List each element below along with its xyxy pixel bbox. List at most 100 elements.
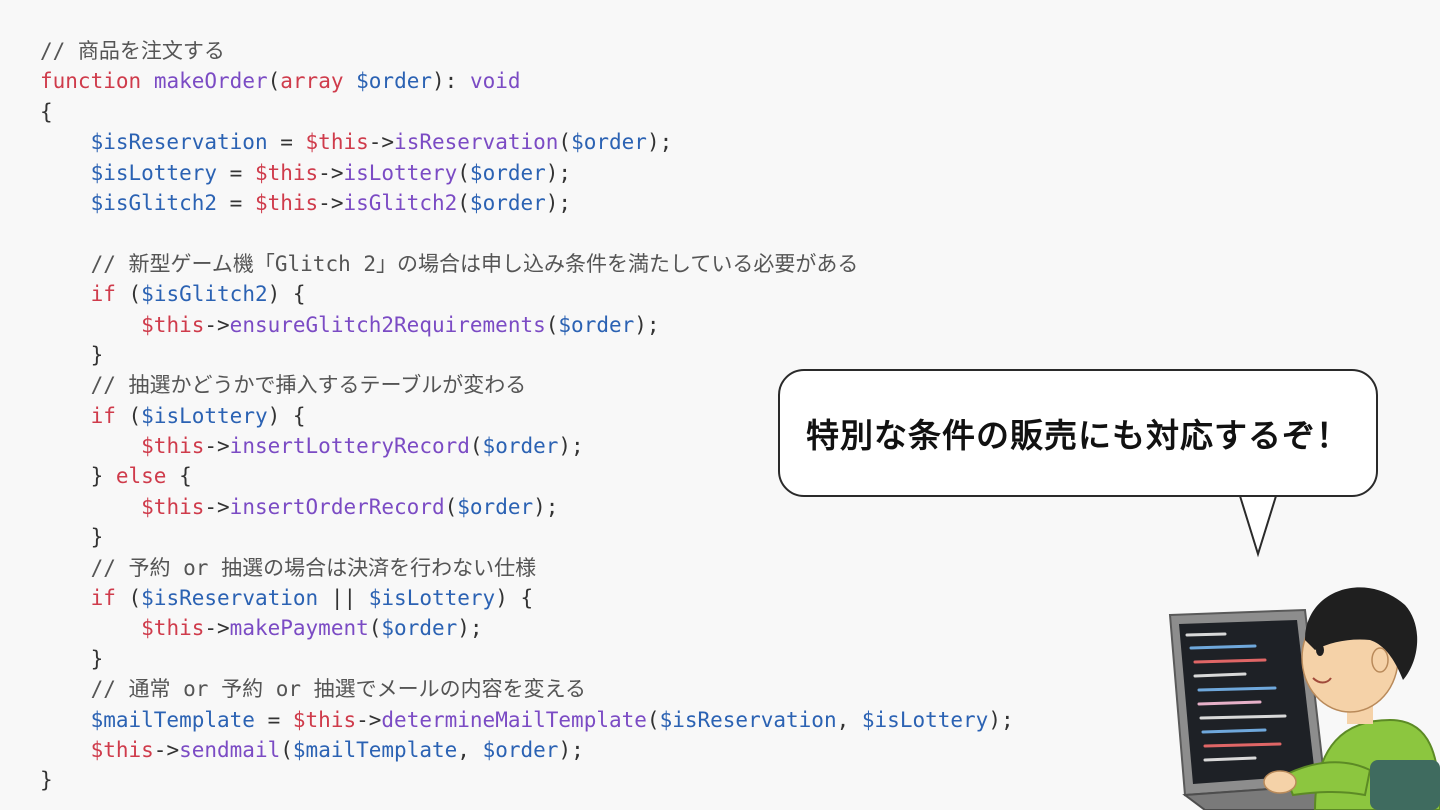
code-line: } [40,522,1014,552]
code-token: else [115,464,167,489]
code-token: if [90,403,116,428]
code-token: // 通常 or 予約 or 抽選でメールの内容を変える [90,677,587,702]
code-token: = [254,707,293,732]
code-token: $this [141,494,205,519]
code-token: // 新型ゲーム機「Glitch 2」の場合は申し込み条件を満たしている必要があ… [90,251,859,276]
code-token: $this [292,707,357,732]
code-token: } [90,464,116,489]
code-token: if [90,586,116,611]
code-token: $this [141,312,205,337]
code-token: $order [558,312,635,337]
code-token: $order [571,130,647,155]
code-token: $isLottery [861,707,989,732]
code-token: ( [469,434,483,459]
code-token: } [90,525,104,550]
speech-bubble-tail [1239,494,1277,558]
code-token: ); [988,707,1014,732]
code-token: = [217,190,255,215]
code-token: isReservation [394,130,559,155]
code-token: $isLottery [141,403,268,428]
code-token: // 予約 or 抽選の場合は決済を行わない仕様 [90,555,537,580]
code-token: -> [153,737,180,762]
speech-bubble: 特別な条件の販売にも対応するぞ！ [778,369,1378,497]
code-token: || [318,586,369,611]
code-token: $mailTemplate [90,707,255,732]
code-token: $isReservation [141,586,319,611]
code-token: ); [545,190,572,215]
code-token: // 商品を注文する [40,39,225,63]
code-line: if ($isGlitch2) { [40,279,1014,309]
code-token: $isGlitch2 [90,190,218,215]
code-token: , [457,737,483,762]
code-line: $mailTemplate = $this->determineMailTemp… [40,705,1014,735]
speech-bubble-text: 特別な条件の販売にも対応するぞ！ [806,416,1350,455]
code-token: $order [356,69,432,94]
code-token: ): [432,69,470,94]
code-token: insertOrderRecord [229,494,445,519]
code-token: ); [646,130,673,155]
code-token: void [469,69,521,94]
code-line: } [40,644,1014,674]
code-token: function [40,69,142,94]
code-token: makeOrder [153,69,268,94]
code-token: $this [141,616,205,641]
code-token: $this [141,434,205,459]
code-line: { [40,97,1014,127]
code-token: $order [469,160,546,185]
code-token: $this [254,190,319,215]
code-token: -> [368,130,395,155]
code-token: $isLottery [368,586,496,611]
code-token: $this [305,130,369,155]
code-line: $isReservation = $this->isReservation($o… [40,127,1014,157]
code-token: -> [204,434,230,459]
code-line: // 商品を注文する [40,36,1014,66]
code-token: -> [204,494,230,519]
code-token: $order [457,494,534,519]
code-token: ); [533,494,559,519]
code-token: -> [204,616,230,641]
code-line: $isLottery = $this->isLottery($order); [40,158,1014,188]
code-token: $this [90,737,154,762]
code-token: -> [356,707,382,732]
code-token: } [90,646,104,671]
code-token: ); [634,312,660,337]
code-line: $this->ensureGlitch2Requirements($order)… [40,310,1014,340]
code-token: ( [267,69,281,94]
code-line: // 予約 or 抽選の場合は決済を行わない仕様 [40,553,1014,583]
code-token: isGlitch2 [343,190,458,215]
code-token: $mailTemplate [292,737,458,762]
code-token: = [267,130,306,155]
code-token: isLottery [343,160,458,185]
code-token: ( [558,130,572,155]
code-token: ( [115,586,142,611]
code-token: = [217,160,255,185]
code-line: } [40,340,1014,370]
code-line: } [40,765,1014,795]
code-token: , [836,707,862,732]
code-token: makePayment [229,616,369,641]
code-token: ( [444,494,458,519]
code-token: $isLottery [90,160,218,185]
code-token: ) { [267,282,306,307]
code-token: $order [482,434,559,459]
code-line: if ($isReservation || $isLottery) { [40,583,1014,613]
code-token: sendmail [179,737,281,762]
code-token: ( [280,737,293,762]
code-line: $isGlitch2 = $this->isGlitch2($order); [40,188,1014,218]
code-token: ( [545,312,559,337]
code-token: $isGlitch2 [141,282,268,307]
code-token: $order [482,737,559,762]
code-token: // 抽選かどうかで挿入するテーブルが変わる [90,373,527,398]
